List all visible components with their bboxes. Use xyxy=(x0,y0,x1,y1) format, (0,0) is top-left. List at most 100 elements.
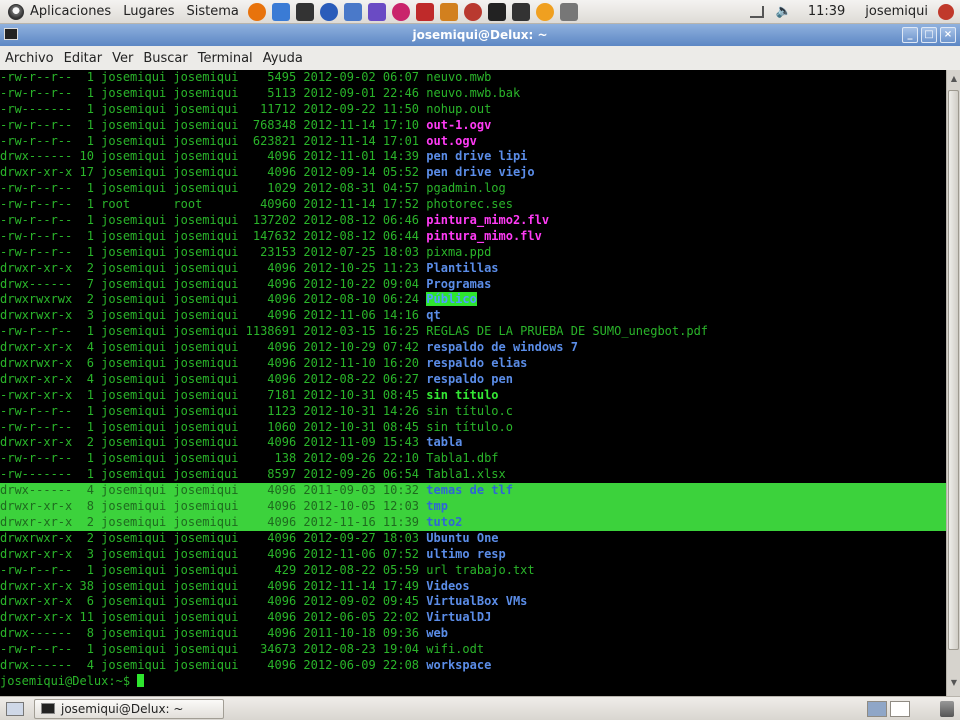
file-name: Videos xyxy=(426,578,470,593)
tools-icon[interactable] xyxy=(319,2,338,21)
penguin-icon[interactable] xyxy=(487,2,506,21)
file-metadata: drwx------ 4 josemiqui josemiqui 4096 20… xyxy=(0,483,427,498)
terminal-line: -rw-r--r-- 1 josemiqui josemiqui 623821 … xyxy=(0,134,946,150)
terminal-scrollbar[interactable]: ▲ ▼ xyxy=(946,70,960,696)
show-desktop-icon[interactable] xyxy=(6,701,24,716)
file-name: respaldo de windows 7 xyxy=(426,340,578,355)
terminal-line: drwxr-xr-x 4 josemiqui josemiqui 4096 20… xyxy=(0,340,946,356)
terminal-line: -rw-r--r-- 1 josemiqui josemiqui 23153 2… xyxy=(0,245,946,261)
circle-icon[interactable] xyxy=(367,2,386,21)
menu-ver[interactable]: Ver xyxy=(107,51,138,66)
file-metadata: drwxr-xr-x 3 josemiqui josemiqui 4096 20… xyxy=(0,546,427,561)
menu-archivo[interactable]: Archivo xyxy=(0,51,59,66)
file-name: Ubuntu One xyxy=(426,530,499,545)
file-metadata: -rw-r--r-- 1 josemiqui josemiqui 768348 … xyxy=(0,117,427,132)
file-metadata: drwxr-xr-x 4 josemiqui josemiqui 4096 20… xyxy=(0,340,427,355)
file-name: Tabla1.xlsx xyxy=(426,467,506,482)
power-icon[interactable] xyxy=(938,3,954,20)
panel-right: 🔈 11:39 josemiqui xyxy=(744,0,960,24)
terminal-line: -rw-r--r-- 1 josemiqui josemiqui 1060 20… xyxy=(0,420,946,436)
file-metadata: drwxr-xr-x 2 josemiqui josemiqui 4096 20… xyxy=(0,514,427,529)
evolution-icon[interactable] xyxy=(271,2,290,21)
file-metadata: -rw-r--r-- 1 josemiqui josemiqui 34673 2… xyxy=(0,642,427,657)
terminal-line: -rw-r--r-- 1 josemiqui josemiqui 5495 20… xyxy=(0,70,946,86)
file-name: Tabla1.dbf xyxy=(426,451,499,466)
applications-menu[interactable]: Aplicaciones xyxy=(24,0,117,24)
terminal-line: -rw-r--r-- 1 josemiqui josemiqui 147632 … xyxy=(0,229,946,245)
hexagon-icon[interactable] xyxy=(343,2,362,21)
scroll-down-icon[interactable]: ▼ xyxy=(949,678,959,688)
terminal-line: drwx------ 4 josemiqui josemiqui 4096 20… xyxy=(0,658,946,674)
close-button[interactable]: × xyxy=(940,27,956,43)
terminal-line: drwxr-xr-x 2 josemiqui josemiqui 4096 20… xyxy=(0,261,946,277)
terminal-line: drwx------ 10 josemiqui josemiqui 4096 2… xyxy=(0,149,946,165)
terminal-line: drwxrwxr-x 2 josemiqui josemiqui 4096 20… xyxy=(0,531,946,547)
p-icon[interactable] xyxy=(391,2,410,21)
maximize-button[interactable]: □ xyxy=(921,27,937,43)
file-metadata: drwxr-xr-x 2 josemiqui josemiqui 4096 20… xyxy=(0,260,427,275)
file-name: pgadmin.log xyxy=(426,181,506,196)
menu-editar[interactable]: Editar xyxy=(59,51,108,66)
trash-icon[interactable] xyxy=(940,700,954,717)
terminal-line: drwxr-xr-x 8 josemiqui josemiqui 4096 20… xyxy=(0,499,946,515)
terminal-line: -rw-r--r-- 1 josemiqui josemiqui 1123 20… xyxy=(0,404,946,420)
file-metadata: drwxr-xr-x 2 josemiqui josemiqui 4096 20… xyxy=(0,435,427,450)
file-metadata: drwxr-xr-x 38 josemiqui josemiqui 4096 2… xyxy=(0,578,427,593)
minimize-button[interactable]: _ xyxy=(902,27,918,43)
terminal-line: drwxr-xr-x 6 josemiqui josemiqui 4096 20… xyxy=(0,594,946,610)
pen-icon[interactable] xyxy=(559,2,578,21)
menu-terminal[interactable]: Terminal xyxy=(193,51,258,66)
paw-icon[interactable] xyxy=(463,2,482,21)
clock[interactable]: 11:39 xyxy=(798,4,855,19)
terminal-window-icon[interactable] xyxy=(4,28,18,40)
file-metadata: -rw-r--r-- 1 josemiqui josemiqui 1060 20… xyxy=(0,419,427,434)
volume-icon[interactable]: 🔈 xyxy=(776,4,792,19)
text-cursor xyxy=(137,673,145,687)
file-name: out.ogv xyxy=(426,133,477,148)
network-icon[interactable] xyxy=(749,5,764,18)
workspace-1[interactable] xyxy=(867,700,887,717)
media-icon[interactable] xyxy=(415,2,434,21)
file-name: REGLAS DE LA PRUEBA DE SUMO_unegbot.pdf xyxy=(426,324,709,339)
terminal-line: drwxr-xr-x 3 josemiqui josemiqui 4096 20… xyxy=(0,547,946,563)
terminal-line: drwxrwxrwx 2 josemiqui josemiqui 4096 20… xyxy=(0,292,946,308)
file-name: respaldo pen xyxy=(426,371,513,386)
file-name: pen drive lipi xyxy=(426,149,528,164)
places-menu[interactable]: Lugares xyxy=(117,0,180,24)
workspace-2[interactable] xyxy=(890,700,910,717)
gnome-foot-icon[interactable] xyxy=(8,3,24,20)
file-name: pixma.ppd xyxy=(426,244,492,259)
file-metadata: drwxr-xr-x 4 josemiqui josemiqui 4096 20… xyxy=(0,371,427,386)
menu-ayuda[interactable]: Ayuda xyxy=(258,51,308,66)
tux-icon[interactable] xyxy=(511,2,530,21)
file-name: qt xyxy=(426,308,441,323)
shell-prompt: josemiqui@Delux:~$ xyxy=(0,673,131,688)
fox-icon[interactable] xyxy=(439,2,458,21)
terminal-line: drwxr-xr-x 17 josemiqui josemiqui 4096 2… xyxy=(0,165,946,181)
scroll-up-icon[interactable]: ▲ xyxy=(949,74,959,84)
terminal-line: -rw-r--r-- 1 josemiqui josemiqui 137202 … xyxy=(0,213,946,229)
file-metadata: drwxr-xr-x 8 josemiqui josemiqui 4096 20… xyxy=(0,499,427,514)
file-metadata: drwxrwxr-x 2 josemiqui josemiqui 4096 20… xyxy=(0,530,427,545)
file-name: sin título.o xyxy=(426,419,513,434)
firefox-icon[interactable] xyxy=(247,2,266,21)
terminal-output[interactable]: -rw-r--r-- 1 josemiqui josemiqui 5495 20… xyxy=(0,70,946,696)
file-name: workspace xyxy=(426,657,492,672)
prompt-line[interactable]: josemiqui@Delux:~$ xyxy=(0,673,946,690)
terminal-icon[interactable] xyxy=(295,2,314,21)
taskbar-terminal-button[interactable]: josemiqui@Delux: ~ xyxy=(34,698,224,719)
window-titlebar[interactable]: josemiqui@Delux: ~ _ □ × xyxy=(0,24,960,46)
task-label: josemiqui@Delux: ~ xyxy=(61,701,184,716)
file-metadata: drwxrwxrwx 2 josemiqui josemiqui 4096 20… xyxy=(0,292,427,307)
flag-icon[interactable] xyxy=(535,2,554,21)
scrollbar-thumb[interactable] xyxy=(948,90,959,650)
user-menu[interactable]: josemiqui xyxy=(855,4,938,19)
file-name: tuto2 xyxy=(426,514,463,529)
system-menu[interactable]: Sistema xyxy=(181,0,245,24)
file-name: neuvo.mwb xyxy=(426,70,492,84)
file-metadata: -rw-r--r-- 1 josemiqui josemiqui 429 201… xyxy=(0,562,427,577)
menu-buscar[interactable]: Buscar xyxy=(138,51,192,66)
terminal-line: -rwxr-xr-x 1 josemiqui josemiqui 7181 20… xyxy=(0,388,946,404)
file-name: sin título.c xyxy=(426,403,513,418)
file-metadata: -rw------- 1 josemiqui josemiqui 8597 20… xyxy=(0,467,427,482)
